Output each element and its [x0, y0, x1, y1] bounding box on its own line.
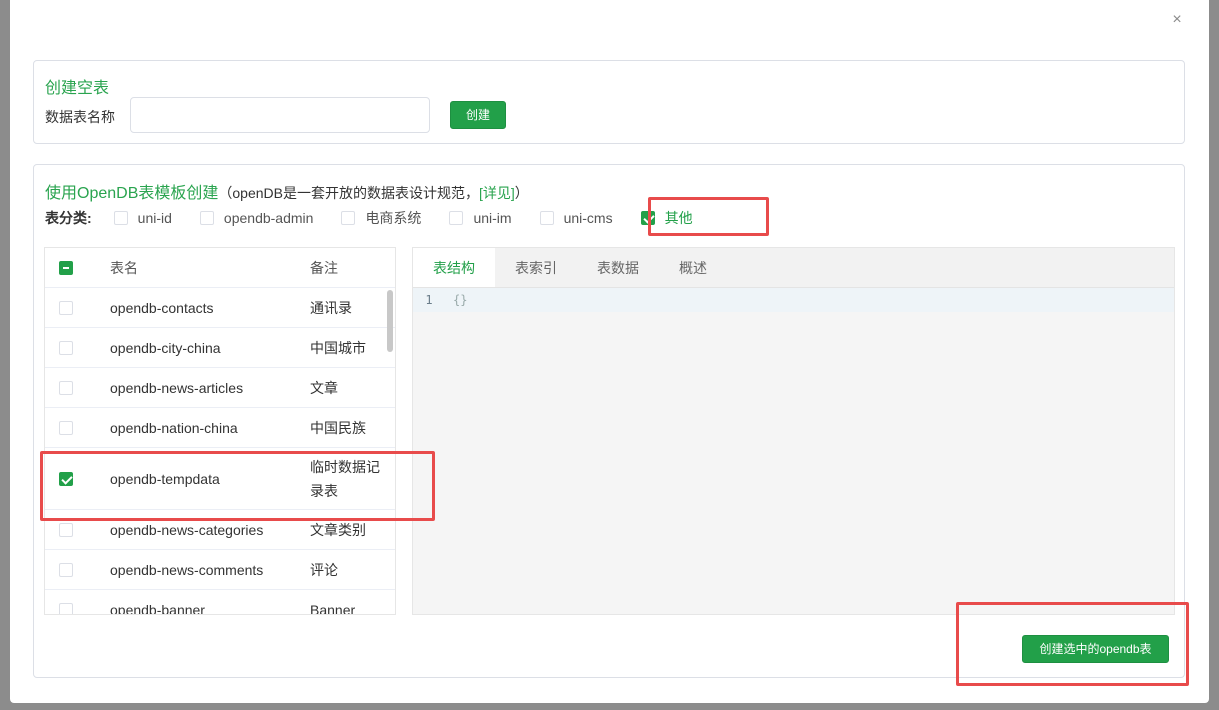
row-note: 中国民族 — [310, 419, 366, 436]
row-note: 临时数据记录表 — [310, 458, 380, 499]
table-row[interactable]: opendb-news-categories 文章类别 — [45, 510, 395, 550]
category-uni-im[interactable]: uni-im — [449, 210, 512, 226]
checkbox[interactable] — [539, 211, 554, 225]
table-row-selected[interactable]: opendb-tempdata 临时数据记录表 — [45, 448, 395, 510]
table-header: 表名 备注 — [45, 248, 395, 288]
opendb-title-desc: （openDB是一套开放的数据表设计规范， — [218, 185, 479, 201]
category-text: uni-im — [473, 210, 512, 226]
opendb-details-link[interactable]: [详见] — [479, 185, 515, 201]
opendb-table: 表名 备注 opendb-contacts 通讯录 opendb-city-ch… — [44, 247, 396, 615]
opendb-card: 使用OpenDB表模板创建（openDB是一套开放的数据表设计规范，[详见]） … — [33, 164, 1185, 678]
row-checkbox[interactable] — [59, 522, 73, 537]
table-scrollbar[interactable] — [387, 290, 393, 352]
table-body: opendb-contacts 通讯录 opendb-city-china 中国… — [45, 288, 395, 615]
code-editor-line[interactable]: 1 {} — [413, 288, 1174, 312]
table-row[interactable]: opendb-news-articles 文章 — [45, 368, 395, 408]
empty-table-card: 创建空表 数据表名称 创建 — [33, 60, 1185, 144]
row-note: Banner — [310, 601, 356, 615]
create-table-dialog: × 创建空表 数据表名称 创建 使用OpenDB表模板创建（openDB是一套开… — [10, 0, 1209, 703]
row-name: opendb-contacts — [110, 299, 214, 316]
opendb-title-end: ） — [514, 185, 529, 201]
category-ecommerce[interactable]: 电商系统 — [341, 208, 421, 228]
create-selected-opendb-button[interactable]: 创建选中的opendb表 — [1022, 635, 1169, 663]
category-other[interactable]: 其他 — [640, 208, 693, 228]
row-name: opendb-banner — [110, 601, 205, 615]
close-icon[interactable]: × — [1169, 11, 1185, 29]
category-text: 电商系统 — [365, 210, 422, 226]
table-row[interactable]: opendb-news-comments 评论 — [45, 550, 395, 590]
row-note: 文章类别 — [310, 521, 366, 538]
row-note: 评论 — [310, 561, 338, 578]
row-checkbox[interactable] — [59, 562, 73, 577]
row-checkbox[interactable] — [59, 300, 73, 315]
row-checkbox[interactable] — [59, 602, 73, 614]
col-name-header: 表名 — [110, 259, 138, 276]
checkbox[interactable] — [199, 211, 214, 225]
category-text: 其他 — [664, 210, 693, 226]
checkbox-checked[interactable] — [640, 211, 655, 225]
row-name: opendb-news-comments — [110, 561, 264, 578]
row-note: 通讯录 — [310, 299, 352, 316]
col-note-header: 备注 — [310, 259, 338, 276]
code-text: {} — [453, 293, 468, 307]
row-name: opendb-city-china — [110, 339, 221, 356]
checkbox[interactable] — [113, 211, 128, 225]
row-name: opendb-news-articles — [110, 379, 244, 396]
category-uni-cms[interactable]: uni-cms — [539, 210, 613, 226]
row-checkbox-checked[interactable] — [59, 471, 73, 486]
table-row[interactable]: opendb-contacts 通讯录 — [45, 288, 395, 328]
row-checkbox[interactable] — [59, 420, 73, 435]
row-name: opendb-news-categories — [110, 521, 264, 538]
line-number: 1 — [425, 293, 433, 307]
empty-table-title: 创建空表 — [45, 80, 110, 97]
tab-index[interactable]: 表索引 — [495, 248, 577, 287]
category-opendb-admin[interactable]: opendb-admin — [199, 210, 314, 226]
panel-tabs: 表结构 表索引 表数据 概述 — [413, 248, 1174, 288]
tab-schema[interactable]: 表结构 — [413, 248, 495, 287]
category-text: uni-id — [137, 210, 172, 226]
row-checkbox[interactable] — [59, 380, 73, 395]
tab-overview[interactable]: 概述 — [659, 248, 727, 287]
row-note: 文章 — [310, 379, 338, 396]
schema-panel: 表结构 表索引 表数据 概述 1 {} — [412, 247, 1175, 615]
table-name-input[interactable] — [130, 97, 430, 133]
category-filter: 表分类: uni-id opendb-admin 电商系统 uni-im uni… — [45, 208, 721, 228]
table-row[interactable]: opendb-banner Banner — [45, 590, 395, 615]
tab-data[interactable]: 表数据 — [577, 248, 659, 287]
select-all-checkbox[interactable] — [59, 260, 73, 275]
checkbox[interactable] — [341, 211, 356, 225]
category-text: opendb-admin — [223, 210, 314, 226]
table-row[interactable]: opendb-city-china 中国城市 — [45, 328, 395, 368]
category-text: uni-cms — [563, 210, 613, 226]
row-note: 中国城市 — [310, 339, 366, 356]
category-uni-id[interactable]: uni-id — [113, 210, 172, 226]
opendb-title: 使用OpenDB表模板创建（openDB是一套开放的数据表设计规范，[详见]） — [45, 179, 529, 203]
row-checkbox[interactable] — [59, 340, 73, 355]
category-label: 表分类: — [45, 210, 92, 226]
table-row[interactable]: opendb-nation-china 中国民族 — [45, 408, 395, 448]
row-name: opendb-tempdata — [110, 470, 220, 487]
checkbox[interactable] — [449, 211, 464, 225]
create-button[interactable]: 创建 — [450, 101, 506, 129]
table-name-label: 数据表名称 — [45, 109, 115, 125]
row-name: opendb-nation-china — [110, 419, 238, 436]
opendb-title-main: 使用OpenDB表模板创建 — [45, 185, 219, 202]
